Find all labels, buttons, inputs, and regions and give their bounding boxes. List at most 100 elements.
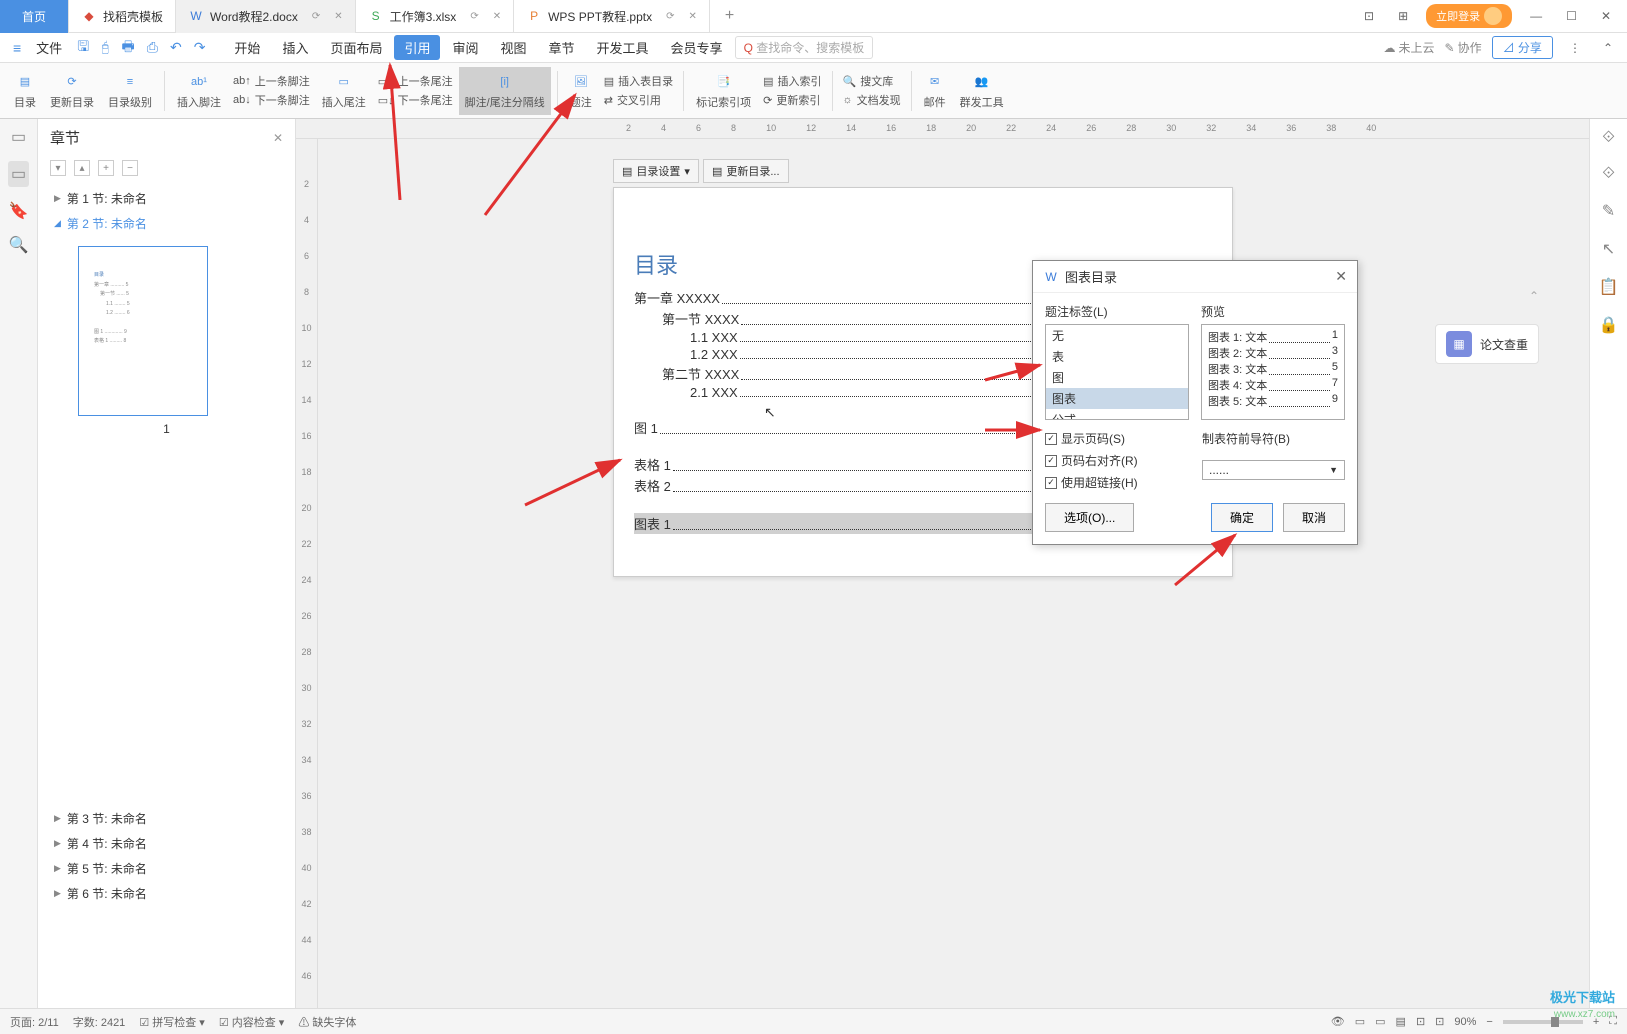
tab-ppt[interactable]: P WPS PPT教程.pptx ⟳ ✕	[514, 0, 710, 33]
ribbon-separator-line[interactable]: [i]脚注/尾注分隔线	[459, 67, 551, 115]
print-icon[interactable]: 🖶	[117, 36, 140, 60]
status-words[interactable]: 字数: 2421	[73, 1014, 126, 1030]
leader-combobox[interactable]: ......▼	[1202, 460, 1345, 480]
clipboard-icon[interactable]: 📋	[1599, 277, 1619, 297]
ribbon-mark-index[interactable]: 📑标记索引项	[690, 67, 757, 115]
page-thumbnail[interactable]: 目录 第一章 .......... 5 第一节 ...... 5 1.1 ...…	[78, 246, 208, 416]
nav-section-5[interactable]: ▶第 5 节: 未命名	[38, 856, 295, 881]
side-collapse-icon[interactable]: ⌃	[1529, 289, 1539, 303]
ribbon-toc-level[interactable]: ≡目录级别	[102, 67, 158, 115]
print-preview-icon[interactable]: 🖯	[96, 39, 114, 56]
save-icon[interactable]: 🖫	[72, 36, 94, 60]
menu-vip[interactable]: 会员专享	[661, 35, 733, 60]
nav-section-3[interactable]: ▶第 3 节: 未命名	[38, 806, 295, 831]
panel-tool-add[interactable]: +	[98, 160, 114, 176]
hyperlink-checkbox[interactable]: ✓使用超链接(H)	[1045, 474, 1188, 491]
document-canvas[interactable]: ▤ 目录设置 ▾ ▤ 更新目录... 目录 第一章 XXXXX5第一节 XXXX…	[318, 139, 1589, 1008]
command-search[interactable]: Q 查找命令、搜索模板	[735, 36, 874, 59]
ribbon-toc[interactable]: ▤目录	[8, 67, 42, 115]
view-web-icon[interactable]: ▭	[1375, 1015, 1385, 1028]
outline-icon[interactable]: ▭	[11, 127, 26, 147]
right-align-checkbox[interactable]: ✓页码右对齐(R)	[1045, 452, 1188, 469]
zoom-out-button[interactable]: −	[1486, 1016, 1492, 1028]
menu-reference[interactable]: 引用	[394, 35, 440, 60]
pen-icon[interactable]: ✎	[1602, 201, 1615, 221]
menu-file[interactable]: 文件	[28, 36, 70, 59]
menu-dev[interactable]: 开发工具	[587, 35, 659, 60]
zoom-slider[interactable]	[1503, 1020, 1583, 1024]
toc-settings-button[interactable]: ▤ 目录设置 ▾	[613, 159, 699, 183]
ribbon-doc-find[interactable]: ☼文档发现	[839, 91, 905, 109]
preview-icon[interactable]: ⎙	[142, 39, 163, 56]
nav-section-2[interactable]: ◢第 2 节: 未命名	[38, 211, 295, 236]
redo-icon[interactable]: ↷	[189, 39, 211, 56]
cloud-status[interactable]: ☁ 未上云	[1383, 39, 1434, 56]
listbox-option[interactable]: 无	[1046, 325, 1188, 346]
tab-xlsx[interactable]: S 工作簿3.xlsx ⟳ ✕	[356, 0, 514, 33]
listbox-option[interactable]: 图表	[1046, 388, 1188, 409]
panel-tool-remove[interactable]: −	[122, 160, 138, 176]
login-button[interactable]: 立即登录	[1426, 4, 1512, 28]
menu-view[interactable]: 视图	[491, 35, 537, 60]
ribbon-prev-endnote[interactable]: ▭↑上一条尾注	[374, 72, 457, 90]
ribbon-update-toc[interactable]: ⟳更新目录	[44, 67, 100, 115]
fit-icon[interactable]: ⊡	[1435, 1015, 1444, 1028]
style-icon[interactable]: ⟐	[1602, 129, 1615, 147]
more-icon[interactable]: ⋮	[1563, 41, 1587, 55]
options-button[interactable]: 选项(O)...	[1045, 503, 1134, 532]
menu-insert[interactable]: 插入	[272, 35, 318, 60]
share-button[interactable]: ⊿ 分享	[1492, 36, 1553, 59]
nav-section-6[interactable]: ▶第 6 节: 未命名	[38, 881, 295, 906]
zoom-value[interactable]: 90%	[1454, 1016, 1476, 1028]
menu-hamburger-icon[interactable]: ≡	[8, 40, 26, 56]
view-read-icon[interactable]: 👁	[1331, 1015, 1345, 1028]
close-icon[interactable]: ✕	[334, 11, 342, 22]
ribbon-insert-index[interactable]: ▤插入索引	[759, 72, 825, 90]
ribbon-insert-endnote[interactable]: ▭插入尾注	[316, 67, 372, 115]
ribbon-insert-figtoc[interactable]: ▤插入表目录	[600, 72, 677, 90]
panel-close-icon[interactable]: ✕	[273, 131, 283, 145]
nav-section-4[interactable]: ▶第 4 节: 未命名	[38, 831, 295, 856]
caption-label-listbox[interactable]: 无表图图表公式	[1045, 324, 1189, 420]
ribbon-insert-footnote[interactable]: ab¹插入脚注	[171, 67, 227, 115]
listbox-option[interactable]: 图	[1046, 367, 1188, 388]
dialog-close-icon[interactable]: ✕	[1335, 268, 1347, 285]
toc-update-button[interactable]: ▤ 更新目录...	[703, 159, 789, 183]
tab-template[interactable]: ◆ 找稻壳模板	[69, 0, 176, 33]
nav-section-1[interactable]: ▶第 1 节: 未命名	[38, 186, 295, 211]
lock-icon[interactable]: 🔒	[1599, 315, 1619, 335]
tab-home[interactable]: 首页	[0, 0, 69, 33]
undo-icon[interactable]: ↶	[165, 39, 187, 56]
status-doccheck[interactable]: ☑ 内容检查 ▾	[219, 1014, 285, 1030]
ok-button[interactable]: 确定	[1211, 503, 1273, 532]
search-icon[interactable]: 🔍	[9, 235, 29, 255]
ribbon-search-lib[interactable]: 🔍搜文库	[839, 72, 905, 90]
close-button[interactable]: ✕	[1595, 9, 1617, 23]
status-font[interactable]: ⚠ 缺失字体	[298, 1014, 356, 1030]
view-print-icon[interactable]: ▭	[1355, 1015, 1365, 1028]
nav-icon[interactable]: ▭	[8, 161, 29, 187]
new-tab-button[interactable]: +	[710, 7, 749, 25]
listbox-option[interactable]: 公式	[1046, 409, 1188, 420]
menu-review[interactable]: 审阅	[442, 35, 488, 60]
tab-sync-icon[interactable]: ⟳	[312, 11, 320, 22]
bookmark-icon[interactable]: 🔖	[9, 201, 29, 221]
status-page[interactable]: 页面: 2/11	[10, 1014, 59, 1030]
tab-sync-icon[interactable]: ⟳	[666, 11, 674, 22]
ribbon-cross-ref[interactable]: ⇄交叉引用	[600, 91, 677, 109]
menu-start[interactable]: 开始	[224, 35, 270, 60]
panel-tool-expand[interactable]: ▾	[50, 160, 66, 176]
collapse-ribbon-icon[interactable]: ⌃	[1597, 41, 1619, 55]
ribbon-next-footnote[interactable]: ab↓下一条脚注	[229, 91, 314, 109]
status-spell[interactable]: ☑ 拼写检查 ▾	[139, 1014, 205, 1030]
tab-sync-icon[interactable]: ⟳	[470, 11, 478, 22]
paper-check-button[interactable]: ▦ 论文查重	[1435, 324, 1539, 364]
scan-icon[interactable]: ⊡	[1358, 9, 1380, 23]
cancel-button[interactable]: 取消	[1283, 503, 1345, 532]
ribbon-caption[interactable]: 🖼题注	[564, 67, 598, 115]
listbox-option[interactable]: 表	[1046, 346, 1188, 367]
view-outline-icon[interactable]: ▤	[1396, 1015, 1406, 1028]
coop-button[interactable]: ✎ 协作	[1445, 39, 1482, 56]
show-page-checkbox[interactable]: ✓显示页码(S)	[1045, 430, 1188, 447]
view-mode-icon[interactable]: ⊡	[1416, 1015, 1425, 1028]
